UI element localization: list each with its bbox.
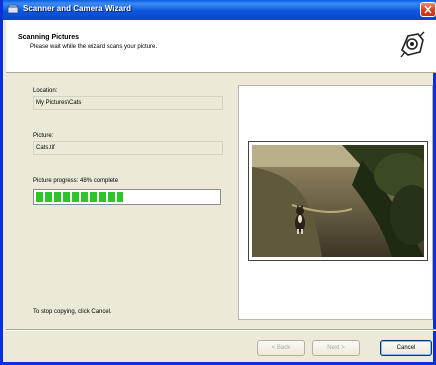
location-label: Location: [33, 88, 58, 94]
preview-image [252, 145, 424, 257]
progress-bar [33, 189, 221, 205]
window-title: Scanner and Camera Wizard [23, 4, 131, 13]
progress-fill [36, 192, 123, 202]
photo-frame [248, 141, 428, 261]
wizard-header: Scanning Pictures Please wait while the … [6, 20, 436, 73]
camera-icon [396, 28, 428, 60]
back-button[interactable]: < Back [257, 340, 305, 356]
footer-divider [6, 329, 436, 331]
location-field: My Pictures\Cats [33, 96, 223, 110]
picture-field: Cats.tif [33, 141, 223, 155]
stop-hint: To stop copying, click Cancel. [33, 309, 112, 315]
close-button[interactable] [420, 2, 436, 17]
page-title: Scanning Pictures [18, 34, 80, 41]
picture-label: Picture: [33, 133, 54, 139]
cancel-button[interactable]: Cancel [380, 340, 432, 356]
progress-label: Picture progress: 48% complete [33, 178, 119, 184]
next-button[interactable]: Next > [312, 340, 360, 356]
scanner-wizard-icon [7, 4, 19, 14]
title-bar[interactable]: Scanner and Camera Wizard [3, 0, 436, 20]
wizard-window: Scanner and Camera Wizard Scanning Pictu… [0, 0, 436, 365]
preview-pane [238, 85, 433, 320]
page-subtitle: Please wait while the wizard scans your … [30, 44, 158, 50]
close-icon [424, 5, 432, 14]
